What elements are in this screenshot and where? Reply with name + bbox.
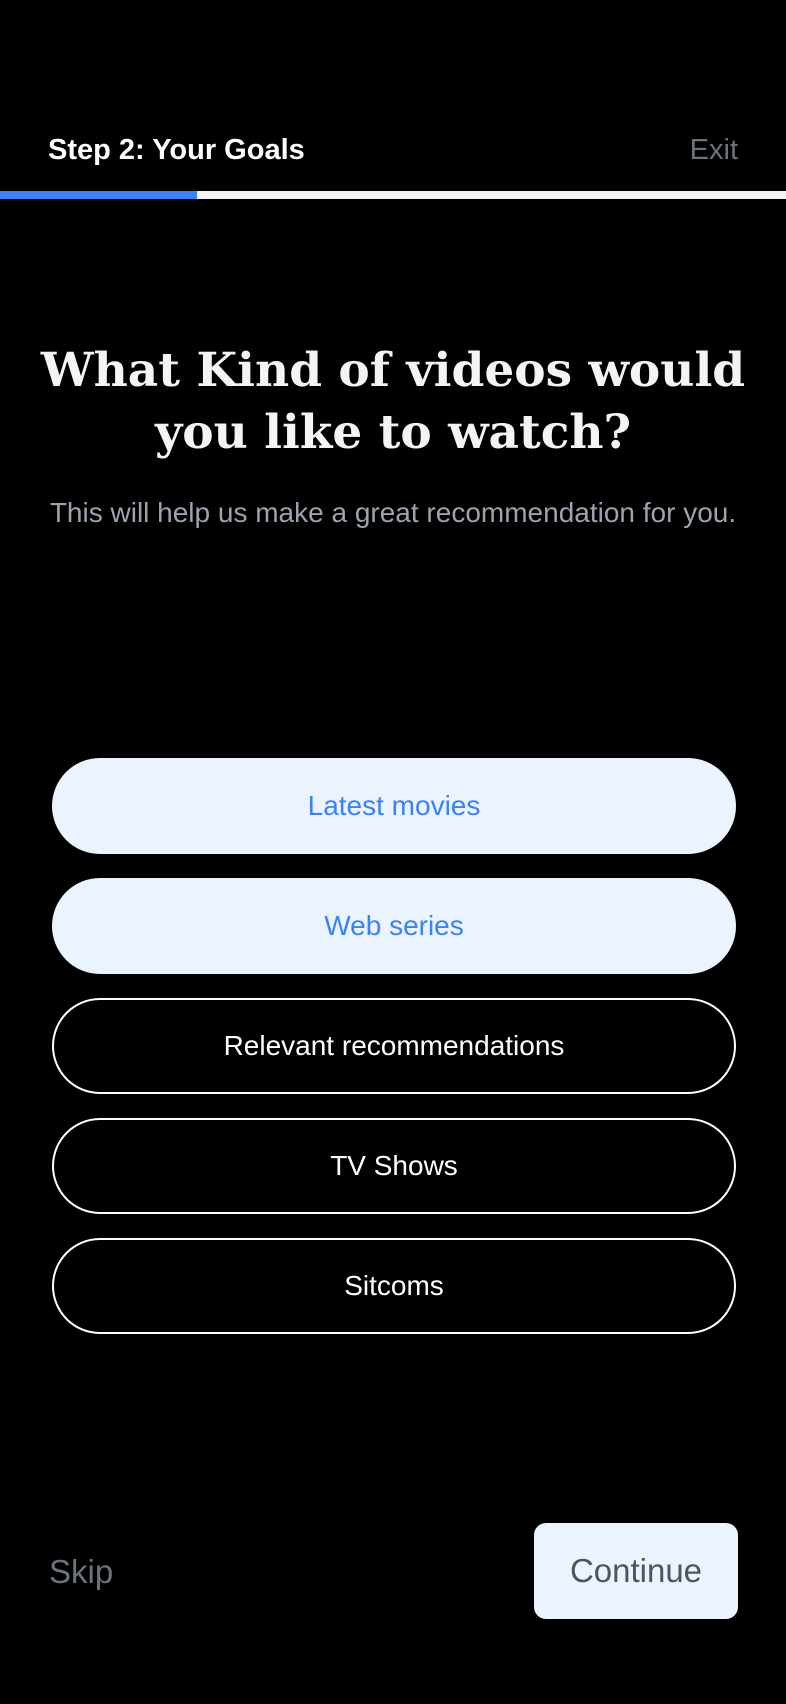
- option-label: TV Shows: [330, 1150, 458, 1181]
- progress-bar: [0, 191, 786, 199]
- options-list: Latest movies Web series Relevant recomm…: [52, 758, 736, 1358]
- option-label: Sitcoms: [344, 1270, 444, 1301]
- exit-button[interactable]: Exit: [690, 132, 738, 168]
- skip-button[interactable]: Skip: [49, 1552, 113, 1592]
- option-label: Latest movies: [307, 790, 481, 821]
- page-subtitle: This will help us make a great recommend…: [49, 497, 737, 528]
- option-label: Web series: [324, 910, 464, 941]
- continue-button[interactable]: Continue: [534, 1523, 738, 1619]
- progress-fill: [0, 191, 197, 199]
- step-title: Step 2: Your Goals: [48, 134, 305, 166]
- page-title: What Kind of videos would you like to wa…: [40, 343, 746, 460]
- option-latest-movies[interactable]: Latest movies: [52, 758, 736, 854]
- option-web-series[interactable]: Web series: [52, 878, 736, 974]
- option-sitcoms[interactable]: Sitcoms: [52, 1238, 736, 1334]
- option-label: Relevant recommendations: [223, 1030, 565, 1061]
- continue-label: Continue: [569, 1552, 703, 1589]
- header-bar: Step 2: Your Goals Exit: [0, 0, 786, 192]
- option-tv-shows[interactable]: TV Shows: [52, 1118, 736, 1214]
- option-relevant-recommendations[interactable]: Relevant recommendations: [52, 998, 736, 1094]
- question-section: What Kind of videos would you like to wa…: [40, 340, 746, 534]
